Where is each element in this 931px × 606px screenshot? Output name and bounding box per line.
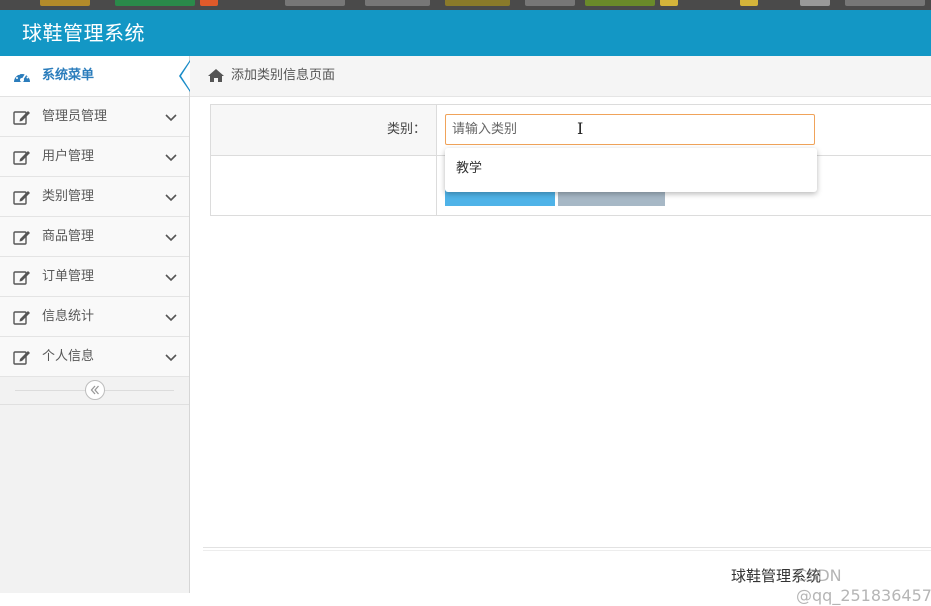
text-cursor-icon: I <box>577 119 584 138</box>
sidebar-item-profile[interactable]: 个人信息 <box>0 337 189 377</box>
edit-icon <box>13 349 31 369</box>
breadcrumb: 添加类别信息页面 <box>190 56 931 97</box>
sidebar-collapse-button[interactable] <box>85 380 105 400</box>
sidebar-item-statistics[interactable]: 信息统计 <box>0 297 189 337</box>
breadcrumb-label: 添加类别信息页面 <box>231 68 336 83</box>
edit-icon <box>13 189 31 209</box>
sidebar-item-orders[interactable]: 订单管理 <box>0 257 189 297</box>
chevron-down-icon <box>165 271 177 286</box>
edit-icon <box>13 309 31 329</box>
category-input[interactable] <box>445 114 815 145</box>
chevron-down-icon <box>165 351 177 366</box>
watermark: CSDN @qq_251836457 <box>796 566 931 605</box>
sidebar-item-label: 信息统计 <box>42 309 95 324</box>
chevron-down-icon <box>165 311 177 326</box>
dashboard-icon <box>12 68 32 88</box>
sidebar-header[interactable]: 系统菜单 <box>0 56 190 97</box>
category-label: 类别： <box>386 122 426 137</box>
chevron-down-icon <box>165 191 177 206</box>
edit-icon <box>13 269 31 289</box>
app-title: 球鞋管理系统 <box>22 21 145 45</box>
sidebar-item-label: 订单管理 <box>42 269 95 284</box>
chevron-down-icon <box>165 151 177 166</box>
edit-icon <box>13 149 31 169</box>
edit-icon <box>13 109 31 129</box>
sidebar-item-admin[interactable]: 管理员管理 <box>0 97 189 137</box>
edit-icon <box>13 229 31 249</box>
sidebar-item-products[interactable]: 商品管理 <box>0 217 189 257</box>
autocomplete-dropdown: 教学 <box>445 148 817 192</box>
form-label-cell: 类别： <box>211 105 437 155</box>
double-chevron-left-icon <box>90 385 99 395</box>
form-label-cell-empty <box>211 156 437 215</box>
chevron-down-icon <box>165 231 177 246</box>
sidebar-item-label: 类别管理 <box>42 189 95 204</box>
sidebar-header-label: 系统菜单 <box>42 68 95 83</box>
sidebar-item-label: 个人信息 <box>42 349 95 364</box>
sidebar-item-categories[interactable]: 类别管理 <box>0 177 189 217</box>
sidebar-item-label: 用户管理 <box>42 149 95 164</box>
sidebar-item-label: 管理员管理 <box>42 109 108 124</box>
app-header: 球鞋管理系统 <box>0 10 931 56</box>
sidebar-item-users[interactable]: 用户管理 <box>0 137 189 177</box>
home-icon <box>207 68 225 87</box>
chevron-down-icon <box>165 111 177 126</box>
browser-bookmark-bar <box>0 0 931 10</box>
sidebar-collapse-row <box>0 377 189 405</box>
sidebar-item-label: 商品管理 <box>42 229 95 244</box>
footer-divider <box>203 547 931 551</box>
autocomplete-option[interactable]: 教学 <box>456 159 482 179</box>
sidebar: 系统菜单 管理员管理 用户管理 类别管理 商品管理 订单管理 信息统计 个人信息 <box>0 56 190 593</box>
